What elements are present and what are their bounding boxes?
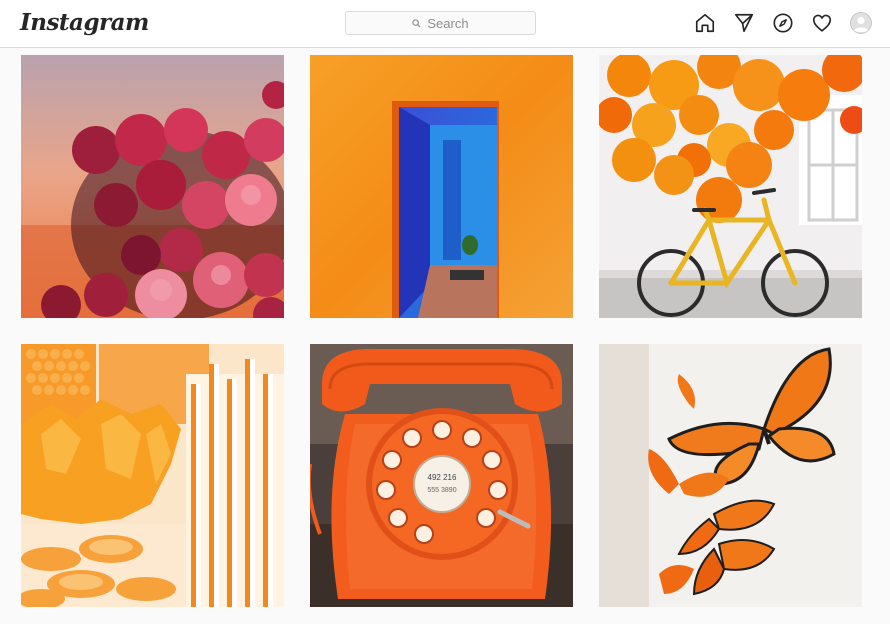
post-tile-rotary-phone[interactable]: 492 216 555 3890 — [310, 344, 573, 607]
post-tile-roses[interactable] — [21, 55, 284, 318]
search-placeholder: Search — [427, 15, 469, 31]
search-input[interactable]: Search — [345, 11, 536, 35]
butterflies-image — [599, 344, 862, 607]
dial-sub-text: 555 3890 — [427, 487, 456, 494]
avatar-silhouette-icon — [850, 12, 872, 34]
post-tile-blue-door[interactable] — [310, 55, 573, 318]
post-tile-butterflies[interactable] — [599, 344, 862, 607]
post-tile-candy[interactable] — [21, 344, 284, 607]
home-icon[interactable] — [694, 12, 716, 34]
heart-icon[interactable] — [811, 12, 833, 34]
instagram-logo[interactable]: Instagram — [20, 9, 149, 36]
balloons-bike-image — [599, 55, 862, 318]
blue-door-image — [310, 55, 573, 318]
rotary-phone-image: 492 216 555 3890 — [310, 344, 573, 607]
search-icon — [412, 18, 421, 28]
explore-icon[interactable] — [772, 12, 794, 34]
candy-image — [21, 344, 284, 607]
post-grid: 492 216 555 3890 — [21, 55, 862, 607]
nav-icons — [694, 11, 872, 35]
profile-avatar[interactable] — [850, 12, 872, 34]
direct-icon[interactable] — [733, 12, 755, 34]
post-tile-balloons-bike[interactable] — [599, 55, 862, 318]
top-nav-bar: Instagram Search — [0, 0, 890, 48]
dial-number-text: 492 216 — [428, 473, 457, 482]
roses-image — [21, 55, 284, 318]
